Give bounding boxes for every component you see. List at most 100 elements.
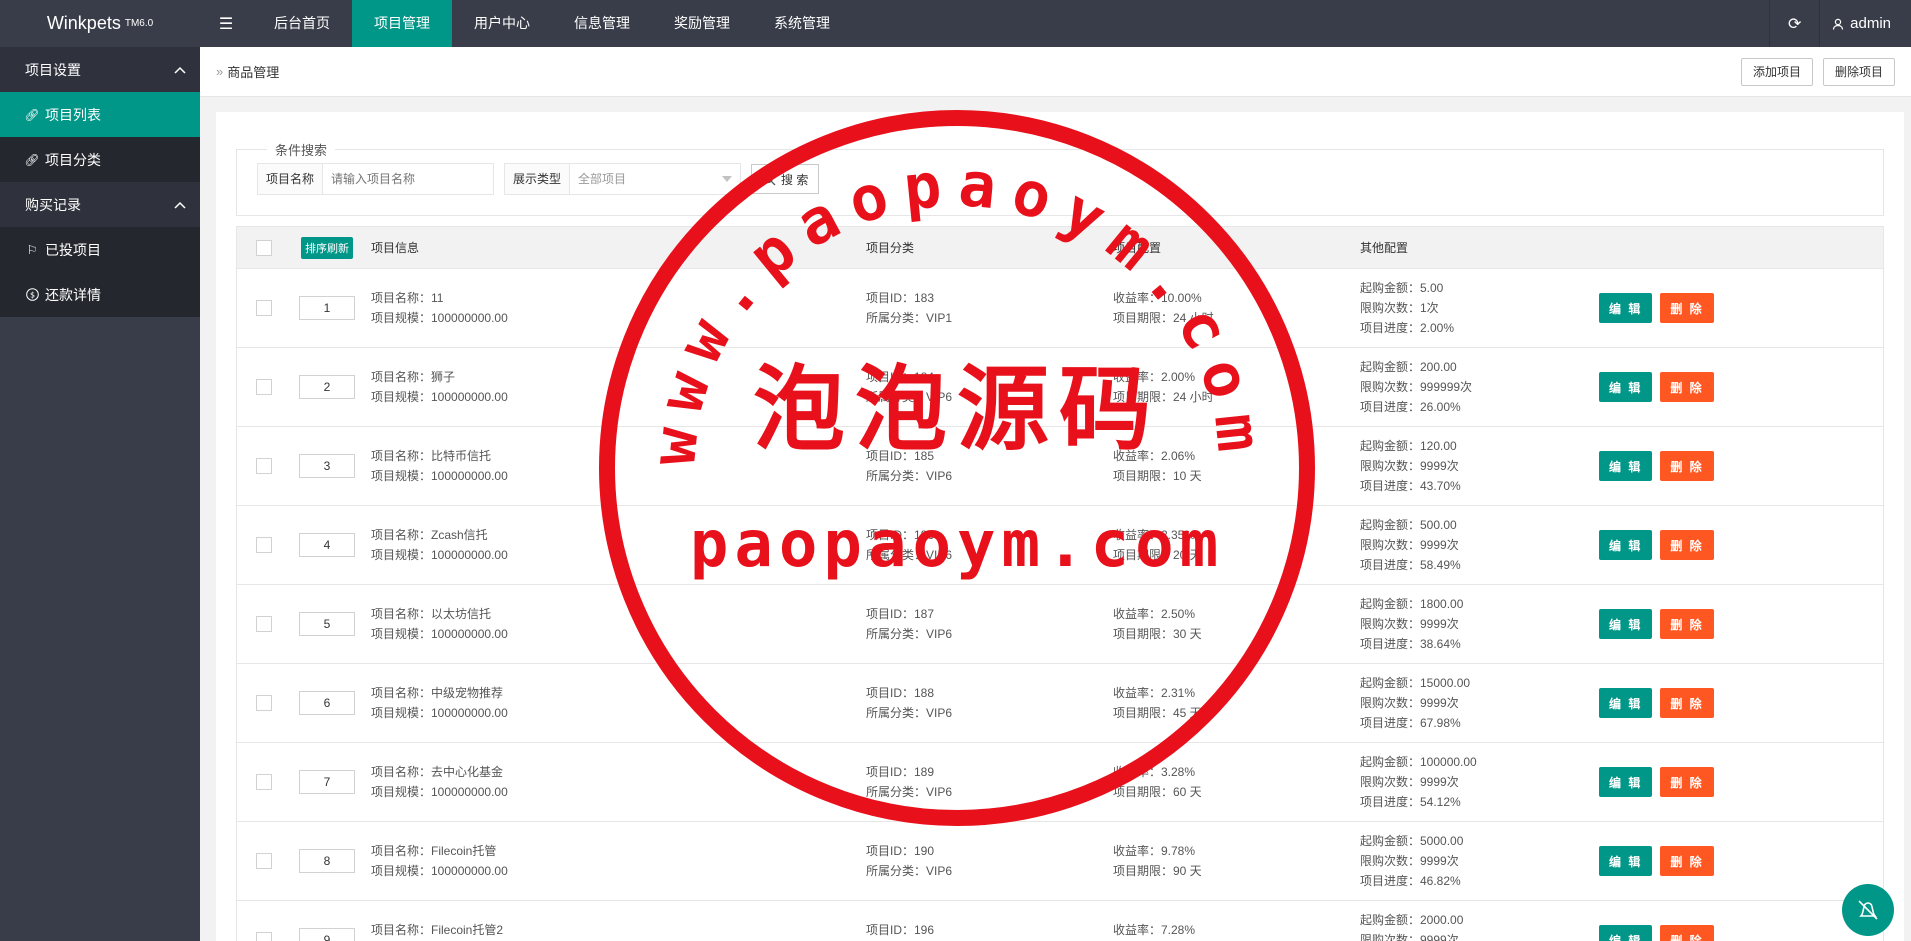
project-term: 项目期限：24 小时 [1113, 311, 1214, 325]
sidebar-item-project-category[interactable]: 🔗︎ 项目分类 [0, 137, 200, 182]
purchase-limit: 限购次数：9999次 [1360, 775, 1459, 789]
nav-item-projects[interactable]: 项目管理 [352, 0, 452, 47]
user-name: admin [1850, 15, 1891, 32]
project-rate: 收益率：2.35% [1113, 528, 1196, 542]
delete-button[interactable]: 删 除 [1660, 688, 1714, 718]
sort-order-input[interactable]: 9 [299, 928, 355, 941]
sort-order-input[interactable]: 7 [299, 770, 355, 794]
edit-button[interactable]: 编 辑 [1599, 530, 1653, 560]
project-rate: 收益率：3.28% [1113, 765, 1196, 779]
sidebar-group-label: 项目设置 [25, 61, 81, 78]
nav-item-home[interactable]: 后台首页 [252, 0, 352, 47]
edit-button[interactable]: 编 辑 [1599, 688, 1653, 718]
row-checkbox[interactable] [256, 774, 272, 790]
sort-order-input[interactable]: 6 [299, 691, 355, 715]
search-button-label: 搜 索 [781, 172, 809, 187]
search-row: 项目名称 展示类型 全部项目 搜 索 [257, 163, 1863, 195]
sidebar-item-invested[interactable]: ⚐ 已投项目 [0, 227, 200, 272]
breadcrumb-actions: 添加项目 删除项目 [1740, 57, 1895, 86]
name-field-group: 项目名称 [257, 163, 495, 195]
row-checkbox[interactable] [256, 616, 272, 632]
nav-item-info[interactable]: 信息管理 [552, 0, 652, 47]
edit-button[interactable]: 编 辑 [1599, 372, 1653, 402]
sort-order-input[interactable]: 8 [299, 849, 355, 873]
logo[interactable]: Winkpets TM6.0 [0, 0, 200, 47]
row-checkbox[interactable] [256, 379, 272, 395]
sort-refresh-button[interactable]: 排序刷新 [301, 236, 353, 259]
sort-order-input[interactable]: 1 [299, 296, 355, 320]
delete-button[interactable]: 删 除 [1660, 609, 1714, 639]
edit-button[interactable]: 编 辑 [1599, 609, 1653, 639]
edit-button[interactable]: 编 辑 [1599, 925, 1653, 941]
project-category: 所属分类：VIP6 [866, 864, 953, 878]
slash-bell-icon [1858, 900, 1878, 920]
search-button[interactable]: 搜 索 [751, 164, 820, 194]
project-id: 项目ID：196 [866, 923, 935, 937]
delete-button[interactable]: 删 除 [1660, 293, 1714, 323]
sidebar-group-purchase-records[interactable]: 购买记录 [0, 182, 200, 227]
edit-button[interactable]: 编 辑 [1599, 451, 1653, 481]
project-table: 排序刷新 项目信息 项目分类 项目配置 其他配置 1 项目名称：11 项目规模：10… [236, 226, 1884, 941]
row-checkbox[interactable] [256, 853, 272, 869]
type-field-label: 展示类型 [505, 164, 571, 194]
double-chevron-icon: » [216, 64, 224, 79]
purchase-limit: 限购次数：1次 [1360, 301, 1439, 315]
table-header: 排序刷新 项目信息 项目分类 项目配置 其他配置 [237, 227, 1883, 269]
project-name: 项目名称：11 [371, 291, 444, 305]
chevron-up-icon [174, 201, 186, 209]
sort-order-input[interactable]: 4 [299, 533, 355, 557]
project-scale: 项目规模：100000000.00 [371, 469, 508, 483]
sort-order-input[interactable]: 5 [299, 612, 355, 636]
edit-button[interactable]: 编 辑 [1599, 293, 1653, 323]
sidebar-item-repayment[interactable]: $ 还款详情 [0, 272, 200, 317]
nav-item-rewards[interactable]: 奖励管理 [652, 0, 752, 47]
project-name: 项目名称：狮子 [371, 370, 456, 384]
select-all-checkbox[interactable] [256, 239, 272, 256]
project-category: 所属分类：VIP6 [866, 390, 953, 404]
refresh-icon[interactable]: ⟳ [1769, 0, 1819, 47]
row-checkbox[interactable] [256, 695, 272, 711]
delete-button[interactable]: 删 除 [1660, 925, 1714, 941]
table-row: 3 项目名称：比特币信托 项目规模：100000000.00 项目ID：185 所属分类… [237, 427, 1883, 506]
delete-button[interactable]: 删 除 [1660, 451, 1714, 481]
delete-project-button[interactable]: 删除项目 [1822, 57, 1895, 86]
table-row: 2 项目名称：狮子 项目规模：100000000.00 项目ID：184 所属分类：VI… [237, 348, 1883, 427]
add-project-button[interactable]: 添加项目 [1740, 57, 1813, 86]
project-name: 项目名称：比特币信托 [371, 449, 492, 463]
flag-icon: ⚐ [26, 242, 38, 257]
project-name: 项目名称：中级宠物推荐 [371, 686, 504, 700]
floating-action-button[interactable] [1842, 884, 1894, 936]
col-header-other: 其他配置 [1360, 241, 1409, 255]
sidebar-group-project-settings[interactable]: 项目设置 [0, 47, 200, 92]
menu-toggle-icon[interactable]: ☰ [200, 0, 252, 47]
purchase-limit: 限购次数：9999次 [1360, 617, 1459, 631]
nav-item-system[interactable]: 系统管理 [752, 0, 852, 47]
breadcrumb-current: 商品管理 [227, 65, 280, 80]
sidebar-item-project-list[interactable]: 🔗︎ 项目列表 [0, 92, 200, 137]
project-progress: 项目进度：2.00% [1360, 321, 1455, 335]
sidebar-item-label: 项目分类 [45, 151, 101, 168]
display-type-select[interactable]: 全部项目 [570, 164, 740, 194]
delete-button[interactable]: 删 除 [1660, 767, 1714, 797]
user-menu[interactable]: admin [1819, 0, 1911, 47]
project-name-input[interactable] [323, 164, 494, 194]
row-checkbox[interactable] [256, 458, 272, 474]
row-checkbox[interactable] [256, 300, 272, 316]
row-checkbox[interactable] [256, 932, 272, 941]
search-legend: 条件搜索 [275, 143, 328, 158]
edit-button[interactable]: 编 辑 [1599, 767, 1653, 797]
delete-button[interactable]: 删 除 [1660, 846, 1714, 876]
delete-button[interactable]: 删 除 [1660, 530, 1714, 560]
sort-order-input[interactable]: 3 [299, 454, 355, 478]
table-row: 1 项目名称：11 项目规模：100000000.00 项目ID：183 所属分类：VI… [237, 269, 1883, 348]
min-purchase: 起购金额：500.00 [1360, 518, 1457, 532]
table-row: 6 项目名称：中级宠物推荐 项目规模：100000000.00 项目ID：188 所属分… [237, 664, 1883, 743]
sort-order-input[interactable]: 2 [299, 375, 355, 399]
dollar-icon: $ [25, 288, 39, 301]
row-checkbox[interactable] [256, 537, 272, 553]
edit-button[interactable]: 编 辑 [1599, 846, 1653, 876]
delete-button[interactable]: 删 除 [1660, 372, 1714, 402]
nav-item-users[interactable]: 用户中心 [452, 0, 552, 47]
purchase-limit: 限购次数：9999次 [1360, 459, 1459, 473]
logo-text: Winkpets [46, 13, 121, 33]
